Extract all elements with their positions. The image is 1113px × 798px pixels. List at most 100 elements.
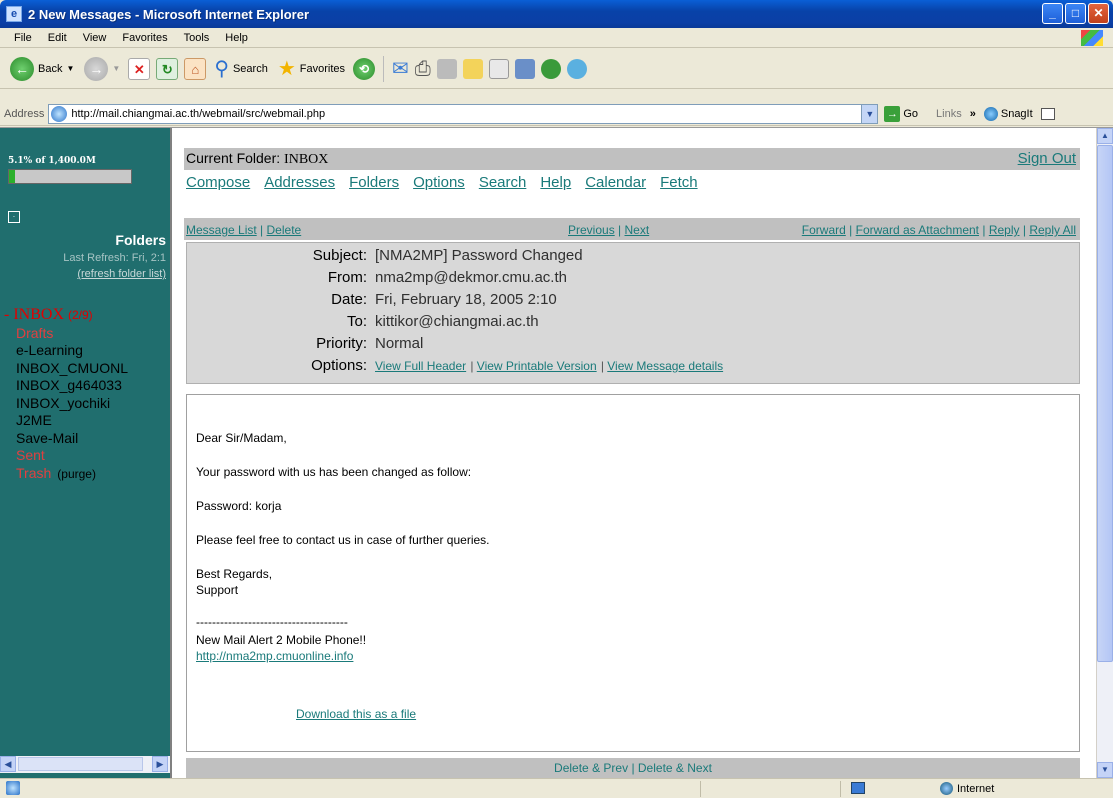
forward-button[interactable]: → ▼ bbox=[82, 55, 122, 83]
folder-trash[interactable]: Trash (purge) bbox=[4, 465, 128, 484]
folder-e-learning[interactable]: e-Learning bbox=[4, 342, 128, 360]
body-greeting: Dear Sir/Madam, bbox=[196, 431, 287, 445]
snagit-capture-icon[interactable] bbox=[1040, 107, 1055, 120]
message-list-link[interactable]: Message List bbox=[186, 223, 257, 237]
folder-drafts[interactable]: Drafts bbox=[4, 325, 128, 343]
nav-search[interactable]: Search bbox=[479, 174, 527, 191]
menu-file[interactable]: File bbox=[6, 32, 40, 44]
view-printable-version-link[interactable]: View Printable Version bbox=[477, 359, 597, 373]
folder-sent[interactable]: Sent bbox=[4, 447, 128, 465]
menu-tools[interactable]: Tools bbox=[176, 32, 218, 44]
body-signature: Support bbox=[196, 583, 239, 597]
nav-fetch[interactable]: Fetch bbox=[660, 174, 698, 191]
scroll-down-icon[interactable]: ▼ bbox=[1097, 762, 1113, 778]
zone-label: Internet bbox=[957, 782, 995, 795]
search-label: Search bbox=[232, 62, 268, 75]
menu-edit[interactable]: Edit bbox=[40, 32, 75, 44]
date-label: Date: bbox=[331, 291, 367, 308]
status-bar: Internet bbox=[0, 778, 1113, 798]
delete-link[interactable]: Delete bbox=[267, 223, 302, 237]
address-dropdown-icon[interactable]: ▼ bbox=[861, 104, 878, 123]
favorites-label: Favorites bbox=[299, 62, 346, 75]
folder-save-mail[interactable]: Save-Mail bbox=[4, 430, 128, 448]
scroll-up-icon[interactable]: ▲ bbox=[1097, 128, 1113, 144]
folder-inbox[interactable]: - INBOX (2/9) bbox=[4, 306, 128, 325]
next-link[interactable]: Next bbox=[625, 223, 650, 237]
sign-out-link[interactable]: Sign Out bbox=[1018, 150, 1076, 167]
status-cell bbox=[700, 781, 840, 797]
messenger-icon[interactable] bbox=[488, 58, 509, 79]
page-vscrollbar[interactable]: ▲ ▼ bbox=[1096, 128, 1113, 779]
current-folder-name: INBOX bbox=[284, 152, 329, 167]
header-date: Date: Fri, February 18, 2005 2:10 bbox=[187, 291, 557, 308]
window-controls: _ □ ✕ bbox=[1042, 3, 1109, 24]
reply-link[interactable]: Reply bbox=[989, 223, 1020, 237]
scroll-left-icon[interactable]: ◀ bbox=[0, 756, 16, 772]
vscroll-thumb[interactable] bbox=[1097, 145, 1113, 662]
purge-link[interactable]: (purge) bbox=[57, 467, 96, 481]
body-link[interactable]: http://nma2mp.cmuonline.info bbox=[196, 649, 353, 663]
refresh-icon[interactable]: ↻ bbox=[156, 57, 179, 80]
print-icon[interactable]: ⎙ bbox=[415, 57, 431, 81]
folder-j2me[interactable]: J2ME bbox=[4, 412, 128, 430]
nav-help[interactable]: Help bbox=[540, 174, 571, 191]
mail-icon[interactable]: ✉ bbox=[392, 57, 409, 81]
globe-icon bbox=[940, 782, 953, 795]
view-full-header-link[interactable]: View Full Header bbox=[375, 359, 466, 373]
search-button[interactable]: ⚲ Search bbox=[212, 55, 270, 83]
delete-prev-link[interactable]: Delete & Prev bbox=[554, 761, 628, 775]
nav-addresses[interactable]: Addresses bbox=[264, 174, 335, 191]
forward-link[interactable]: Forward bbox=[802, 223, 846, 237]
menu-view[interactable]: View bbox=[75, 32, 115, 44]
current-folder: Current Folder: INBOX bbox=[186, 150, 328, 168]
action-left-group: Message List | Delete bbox=[186, 223, 302, 237]
hscroll-thumb[interactable] bbox=[18, 757, 143, 771]
buddies-icon[interactable] bbox=[566, 58, 587, 79]
forward-dropdown-icon[interactable]: ▼ bbox=[112, 64, 120, 73]
links-label[interactable]: Links bbox=[936, 108, 962, 120]
back-button[interactable]: ← Back ▼ bbox=[8, 55, 76, 83]
address-field[interactable]: ▼ bbox=[48, 103, 879, 124]
nav-folders[interactable]: Folders bbox=[349, 174, 399, 191]
snagit-button[interactable]: SnagIt bbox=[983, 106, 1033, 121]
discuss-icon[interactable] bbox=[462, 58, 483, 79]
security-zone-icon bbox=[851, 782, 865, 794]
folder-inbox-g464033[interactable]: INBOX_g464033 bbox=[4, 377, 128, 395]
nav-compose[interactable]: Compose bbox=[186, 174, 250, 191]
collapse-toggle-icon[interactable]: · bbox=[8, 211, 20, 223]
reply-all-link[interactable]: Reply All bbox=[1029, 223, 1076, 237]
folder-pane-hscrollbar[interactable]: ◀ ▶ bbox=[0, 756, 170, 773]
menu-help[interactable]: Help bbox=[217, 32, 256, 44]
history-icon[interactable]: ⟲ bbox=[353, 57, 376, 80]
url-input[interactable] bbox=[71, 107, 862, 120]
edit-icon[interactable] bbox=[436, 58, 457, 79]
download-file-link[interactable]: Download this as a file bbox=[296, 707, 416, 721]
header-priority: Priority: Normal bbox=[187, 335, 423, 352]
view-message-details-link[interactable]: View Message details bbox=[607, 359, 723, 373]
stop-icon[interactable]: ✕ bbox=[128, 57, 151, 80]
menu-favorites[interactable]: Favorites bbox=[114, 32, 175, 44]
go-button[interactable]: → Go bbox=[884, 105, 918, 122]
from-label: From: bbox=[327, 269, 367, 286]
scroll-right-icon[interactable]: ▶ bbox=[152, 756, 168, 772]
delete-next-link[interactable]: Delete & Next bbox=[638, 761, 712, 775]
forward-as-attachment-link[interactable]: Forward as Attachment bbox=[856, 223, 979, 237]
icq-icon[interactable] bbox=[540, 58, 561, 79]
maximize-button[interactable]: □ bbox=[1065, 3, 1086, 24]
refresh-folder-list-link[interactable]: (refresh folder list) bbox=[77, 268, 166, 280]
previous-link[interactable]: Previous bbox=[568, 223, 615, 237]
links-chevron-icon[interactable]: » bbox=[970, 108, 976, 120]
message-header: Subject: [NMA2MP] Password Changed From:… bbox=[186, 242, 1080, 384]
nav-options[interactable]: Options bbox=[413, 174, 465, 191]
home-icon[interactable]: ⌂ bbox=[184, 57, 207, 80]
folder-inbox-cmuonl[interactable]: INBOX_CMUONL bbox=[4, 360, 128, 378]
date-value: Fri, February 18, 2005 2:10 bbox=[375, 291, 557, 308]
options-value: View Full Header | View Printable Versio… bbox=[375, 359, 724, 373]
research-icon[interactable] bbox=[514, 58, 535, 79]
favorites-button[interactable]: ★ Favorites bbox=[276, 55, 347, 83]
nav-calendar[interactable]: Calendar bbox=[585, 174, 646, 191]
close-button[interactable]: ✕ bbox=[1088, 3, 1109, 24]
back-dropdown-icon[interactable]: ▼ bbox=[66, 64, 74, 73]
folder-inbox-yochiki[interactable]: INBOX_yochiki bbox=[4, 395, 128, 413]
minimize-button[interactable]: _ bbox=[1042, 3, 1063, 24]
